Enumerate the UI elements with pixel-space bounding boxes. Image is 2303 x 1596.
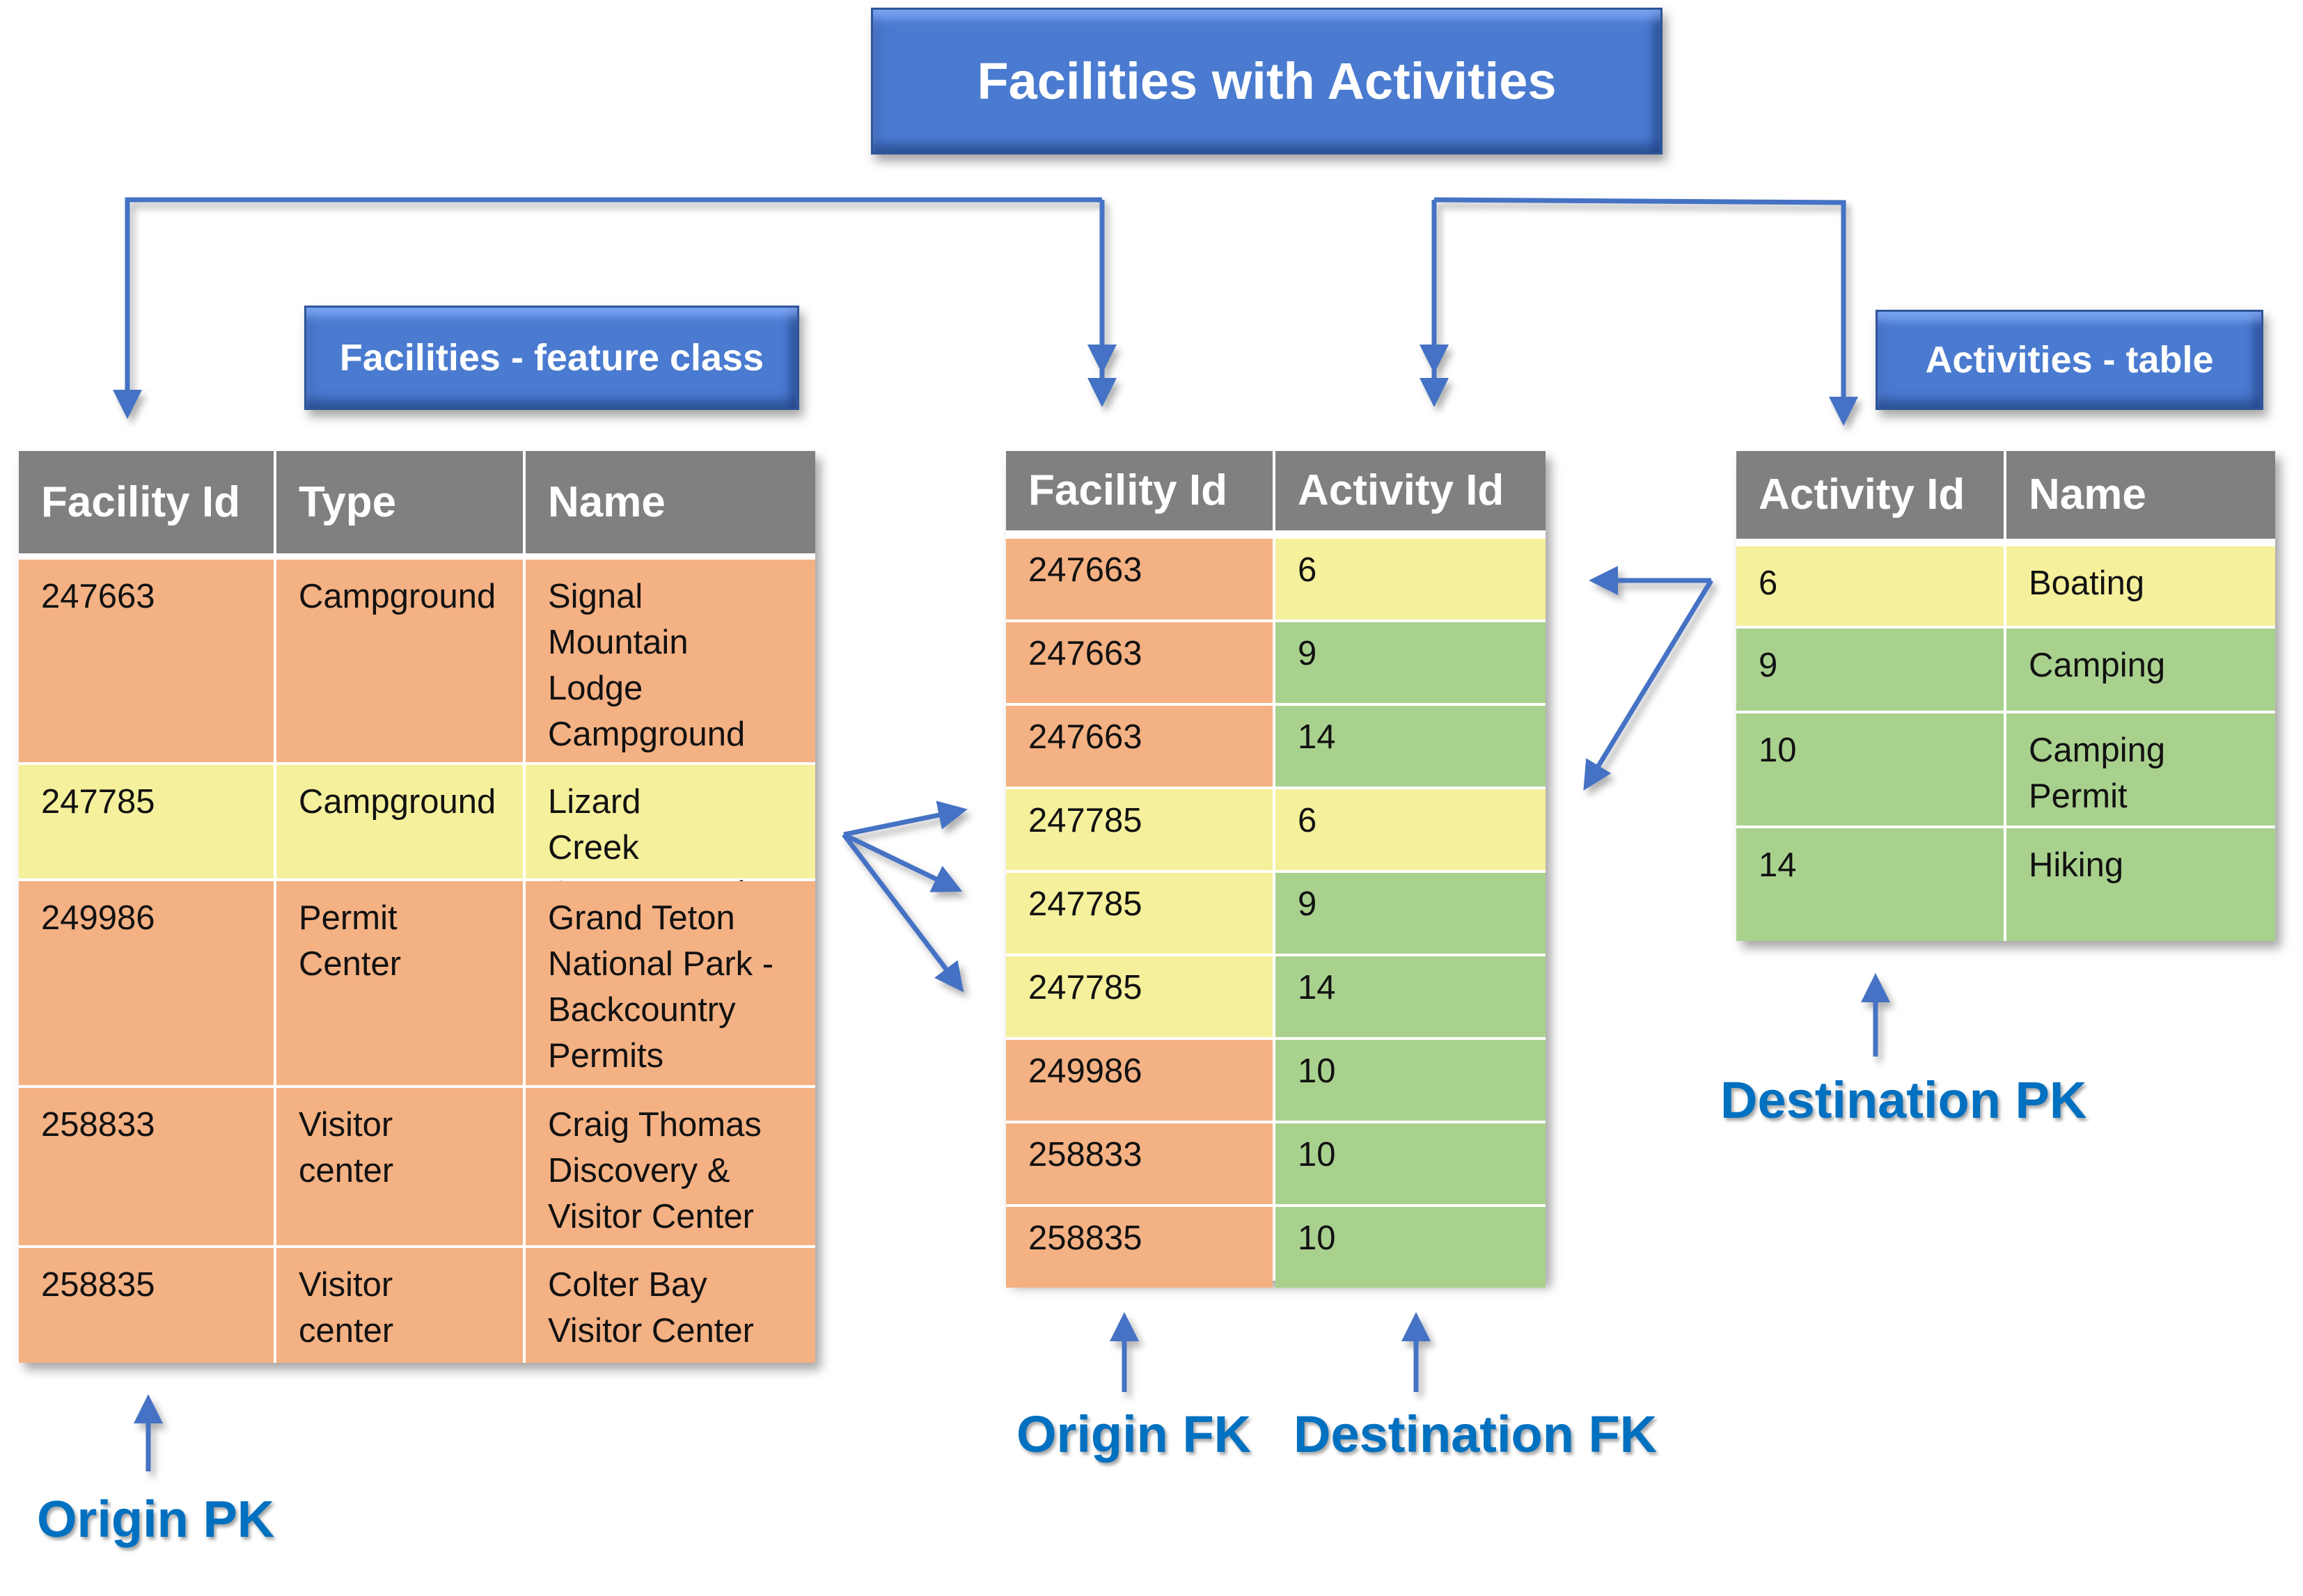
facilities-table: Facility Id Type Name 247663 Campground … [19, 451, 815, 1363]
relation-facility-id-cell: 247785 [1006, 789, 1273, 870]
activity-id-cell: 14 [1736, 828, 2004, 941]
facility-id-cell: 247663 [19, 560, 274, 762]
origin-pk-label: Origin PK [37, 1490, 275, 1548]
facility-id-cell: 249986 [19, 881, 274, 1085]
facility-type-cell: Permit Center [276, 881, 523, 1085]
activity-name-cell: Boating [2006, 546, 2275, 626]
column-header: Activity Id [1275, 451, 1546, 530]
facility-name-cell: Craig Thomas Discovery & Visitor Center [526, 1088, 815, 1245]
activities-table-label: Activities - table [1876, 310, 2263, 410]
activity-name-cell: Hiking [2006, 828, 2275, 941]
column-header: Activity Id [1736, 451, 2004, 539]
destination-fk-label: Destination FK [1294, 1405, 1658, 1463]
facility-name-cell: Grand Teton National Park - Backcountry … [526, 881, 815, 1085]
diagram-title: Facilities with Activities [871, 8, 1663, 155]
facilities-table-label: Facilities - feature class [304, 306, 799, 410]
facility-name-cell: Lizard Creek Campground [526, 765, 815, 912]
activity-id-cell: 9 [1736, 629, 2004, 711]
relation-facility-id-cell: 249986 [1006, 1040, 1273, 1121]
relation-activity-id-cell: 6 [1275, 539, 1546, 619]
relation-facility-id-cell: 247785 [1006, 956, 1273, 1037]
facility-type-cell: Campground [276, 765, 523, 878]
fan-arrow-2 [842, 832, 963, 892]
column-header: Facility Id [19, 451, 274, 553]
relation-facility-id-cell: 247663 [1006, 706, 1273, 787]
facility-type-cell: Visitor center [276, 1248, 523, 1363]
activity-name-cell: Camping Permit [2006, 713, 2275, 825]
fan-arrow-3 [842, 832, 964, 993]
facility-id-cell: 258835 [19, 1248, 274, 1363]
facility-id-cell: 247785 [19, 765, 274, 878]
relation-facility-id-cell: 258835 [1006, 1207, 1273, 1288]
relation-activity-id-cell: 14 [1275, 956, 1546, 1037]
relation-facility-id-cell: 247663 [1006, 622, 1273, 703]
column-header: Name [526, 451, 815, 553]
relation-activity-id-cell: 9 [1275, 873, 1546, 954]
facility-name-cell: Colter Bay Visitor Center [526, 1248, 815, 1363]
relation-activity-id-cell: 10 [1275, 1123, 1546, 1204]
fan-arrow-1 [843, 800, 968, 837]
relation-activity-id-cell: 10 [1275, 1040, 1546, 1121]
relation-activity-id-cell: 14 [1275, 706, 1546, 787]
origin-fk-label: Origin FK [1016, 1405, 1252, 1463]
activity-id-cell: 10 [1736, 713, 2004, 825]
activity-id-cell: 6 [1736, 546, 2004, 626]
facility-name-cell: Signal Mountain Lodge Campground [526, 560, 815, 762]
facility-type-cell: Visitor center [276, 1088, 523, 1245]
column-header: Facility Id [1006, 451, 1273, 530]
relation-activity-id-cell: 6 [1275, 789, 1546, 870]
facility-id-cell: 258833 [19, 1088, 274, 1245]
activity-arrow-2 [1583, 579, 1713, 791]
relation-activity-id-cell: 10 [1275, 1207, 1546, 1288]
relation-activity-id-cell: 9 [1275, 622, 1546, 703]
destination-bracket-line [1433, 197, 1858, 426]
relation-facility-id-cell: 247663 [1006, 539, 1273, 619]
column-header: Name [2006, 451, 2275, 539]
activity-name-cell: Camping [2006, 629, 2275, 711]
relationship-table: Facility Id Activity Id 247663 6 247663 9 24… [1006, 451, 1546, 1288]
column-header: Type [276, 451, 523, 553]
activities-table: Activity Id Name 6 Boating 9 Camping 10 … [1736, 451, 2275, 941]
relation-facility-id-cell: 258833 [1006, 1123, 1273, 1204]
facility-type-cell: Campground [276, 560, 523, 762]
destination-pk-label: Destination PK [1720, 1071, 2087, 1129]
relation-facility-id-cell: 247785 [1006, 873, 1273, 954]
